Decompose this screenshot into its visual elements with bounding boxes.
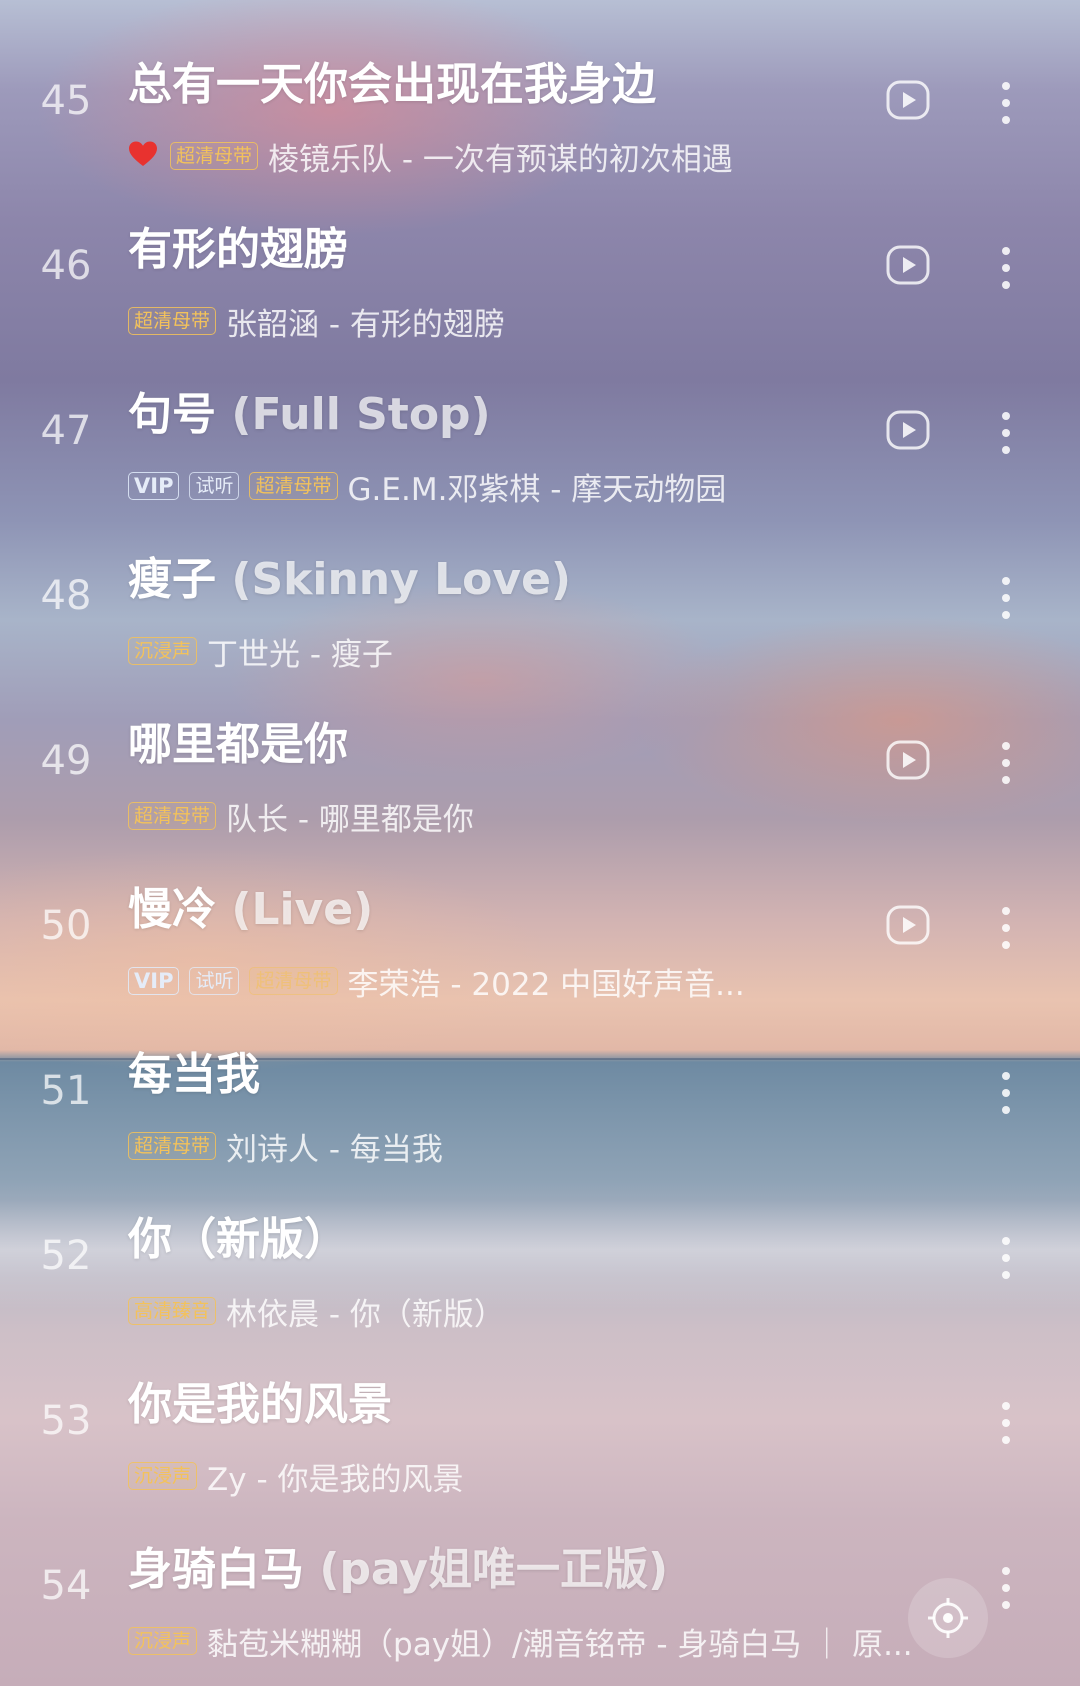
artist-album: 林依晨 - 你（新版） bbox=[226, 1296, 505, 1333]
song-title: 身骑白马 bbox=[128, 1544, 304, 1595]
quality-badge: 超清母带 bbox=[128, 802, 217, 830]
title-spacer bbox=[304, 1544, 319, 1595]
artist-album: 丁世光 - 瘦子 bbox=[207, 636, 393, 673]
song-meta: 超清母带 刘诗人 - 每当我 bbox=[128, 1124, 443, 1168]
song-title: 总有一天你会出现在我身边 bbox=[128, 59, 656, 110]
artist-album: 棱镜乐队 - 一次有预谋的初次相遇 bbox=[268, 141, 733, 178]
quality-badge: 超清母带 bbox=[170, 142, 259, 170]
artist-album: 队长 - 哪里都是你 bbox=[226, 801, 474, 838]
song-title-line: 身骑白马 (pay姐唯一正版) bbox=[128, 1533, 668, 1597]
vip-badge: VIP bbox=[128, 967, 180, 995]
song-index: 47 bbox=[40, 408, 92, 454]
artist-album: 黏苞米糊糊（pay姐）/潮音铭帝 - 身骑白马 ｜ 原... bbox=[207, 1626, 913, 1663]
preview-badge: 试听 bbox=[189, 472, 240, 500]
title-spacer bbox=[216, 389, 231, 440]
song-index: 48 bbox=[40, 573, 92, 619]
artist-album: 刘诗人 - 每当我 bbox=[226, 1131, 443, 1168]
more-vertical-icon[interactable] bbox=[996, 243, 1016, 293]
quality-badge: 沉浸声 bbox=[128, 637, 198, 665]
song-title: 句号 bbox=[128, 389, 216, 440]
song-title-line: 瘦子 (Skinny Love) bbox=[128, 543, 571, 607]
play-circle-icon[interactable] bbox=[886, 408, 930, 452]
song-title-subtitle: (pay姐唯一正版) bbox=[319, 1544, 669, 1595]
song-index: 53 bbox=[40, 1398, 92, 1444]
artist-album: 张韶涵 - 有形的翅膀 bbox=[226, 306, 505, 343]
song-row[interactable]: 52 你（新版） 高清臻音 林依晨 - 你（新版） bbox=[0, 1183, 1080, 1348]
locate-current-button[interactable] bbox=[908, 1578, 988, 1658]
song-row[interactable]: 48 瘦子 (Skinny Love) 沉浸声 丁世光 - 瘦子 bbox=[0, 523, 1080, 688]
artist-album: Zy - 你是我的风景 bbox=[207, 1461, 464, 1498]
song-title-subtitle: (Live) bbox=[231, 884, 374, 935]
song-title: 有形的翅膀 bbox=[128, 224, 348, 275]
play-circle-icon[interactable] bbox=[886, 738, 930, 782]
song-row[interactable]: 53 你是我的风景沉浸声 Zy - 你是我的风景 bbox=[0, 1348, 1080, 1513]
song-meta: 超清母带 张韶涵 - 有形的翅膀 bbox=[128, 299, 505, 343]
title-spacer bbox=[216, 554, 231, 605]
song-title-line: 哪里都是你 bbox=[128, 708, 348, 772]
more-vertical-icon[interactable] bbox=[996, 78, 1016, 128]
more-vertical-icon[interactable] bbox=[996, 1398, 1016, 1448]
quality-badge: 超清母带 bbox=[249, 967, 338, 995]
song-index: 51 bbox=[40, 1068, 92, 1114]
song-row[interactable]: 47 句号 (Full Stop) VIP 试听 超清母带 G.E.M.邓紫棋 - 摩天动… bbox=[0, 358, 1080, 523]
more-vertical-icon[interactable] bbox=[996, 903, 1016, 953]
song-index: 54 bbox=[40, 1563, 92, 1609]
song-title-subtitle: (Full Stop) bbox=[231, 389, 491, 440]
song-title: 你是我的风景 bbox=[128, 1379, 392, 1430]
more-vertical-icon[interactable] bbox=[996, 1233, 1016, 1283]
song-row[interactable]: 51 每当我超清母带 刘诗人 - 每当我 bbox=[0, 1018, 1080, 1183]
song-title-line: 句号 (Full Stop) bbox=[128, 378, 491, 442]
more-vertical-icon[interactable] bbox=[996, 408, 1016, 458]
song-row[interactable]: 46 有形的翅膀超清母带 张韶涵 - 有形的翅膀 bbox=[0, 193, 1080, 358]
song-title: 瘦子 bbox=[128, 554, 216, 605]
more-vertical-icon[interactable] bbox=[996, 738, 1016, 788]
more-vertical-icon[interactable] bbox=[996, 573, 1016, 623]
song-index: 49 bbox=[40, 738, 92, 784]
song-meta: VIP 试听 超清母带 G.E.M.邓紫棋 - 摩天动物园 bbox=[128, 464, 726, 508]
more-vertical-icon[interactable] bbox=[996, 1563, 1016, 1613]
play-circle-icon[interactable] bbox=[886, 903, 930, 947]
heart-icon[interactable] bbox=[128, 140, 158, 168]
song-meta: 沉浸声 丁世光 - 瘦子 bbox=[128, 629, 393, 673]
song-meta: VIP 试听 超清母带 李荣浩 - 2022 中国好声音... bbox=[128, 959, 745, 1003]
song-row[interactable]: 49 哪里都是你超清母带 队长 - 哪里都是你 bbox=[0, 688, 1080, 853]
song-title-line: 慢冷 (Live) bbox=[128, 873, 373, 937]
vip-badge: VIP bbox=[128, 472, 180, 500]
quality-badge: 超清母带 bbox=[128, 307, 217, 335]
quality-badge: 超清母带 bbox=[128, 1132, 217, 1160]
song-title-line: 每当我 bbox=[128, 1038, 260, 1102]
song-meta: 沉浸声 黏苞米糊糊（pay姐）/潮音铭帝 - 身骑白马 ｜ 原... bbox=[128, 1619, 913, 1663]
song-title: 慢冷 bbox=[128, 884, 216, 935]
locate-current-icon bbox=[928, 1598, 968, 1638]
song-title: 你（新版） bbox=[128, 1214, 348, 1265]
song-meta: 超清母带 棱镜乐队 - 一次有预谋的初次相遇 bbox=[128, 134, 733, 178]
play-circle-icon[interactable] bbox=[886, 78, 930, 122]
quality-badge: 沉浸声 bbox=[128, 1627, 198, 1655]
song-title-line: 总有一天你会出现在我身边 bbox=[128, 48, 656, 112]
artist-album: G.E.M.邓紫棋 - 摩天动物园 bbox=[347, 471, 727, 508]
quality-badge: 沉浸声 bbox=[128, 1462, 198, 1490]
song-meta: 沉浸声 Zy - 你是我的风景 bbox=[128, 1454, 464, 1498]
song-title-line: 你是我的风景 bbox=[128, 1368, 392, 1432]
artist-album: 李荣浩 - 2022 中国好声音... bbox=[347, 966, 745, 1003]
play-circle-icon[interactable] bbox=[886, 243, 930, 287]
song-title: 哪里都是你 bbox=[128, 719, 348, 770]
more-vertical-icon[interactable] bbox=[996, 1068, 1016, 1118]
song-title-line: 有形的翅膀 bbox=[128, 213, 348, 277]
song-title: 每当我 bbox=[128, 1049, 260, 1100]
song-index: 52 bbox=[40, 1233, 92, 1279]
song-index: 50 bbox=[40, 903, 92, 949]
quality-badge: 高清臻音 bbox=[128, 1297, 217, 1325]
song-index: 46 bbox=[40, 243, 92, 289]
song-meta: 超清母带 队长 - 哪里都是你 bbox=[128, 794, 474, 838]
song-title-line: 你（新版） bbox=[128, 1203, 348, 1267]
title-spacer bbox=[216, 884, 231, 935]
preview-badge: 试听 bbox=[189, 967, 240, 995]
quality-badge: 超清母带 bbox=[249, 472, 338, 500]
song-meta: 高清臻音 林依晨 - 你（新版） bbox=[128, 1289, 505, 1333]
song-index: 45 bbox=[40, 78, 92, 124]
song-title-subtitle: (Skinny Love) bbox=[231, 554, 572, 605]
song-row[interactable]: 45 总有一天你会出现在我身边超清母带 棱镜乐队 - 一次有预谋的初次相遇 bbox=[0, 28, 1080, 193]
song-row[interactable]: 50 慢冷 (Live) VIP 试听 超清母带 李荣浩 - 2022 中国好声音... bbox=[0, 853, 1080, 1018]
